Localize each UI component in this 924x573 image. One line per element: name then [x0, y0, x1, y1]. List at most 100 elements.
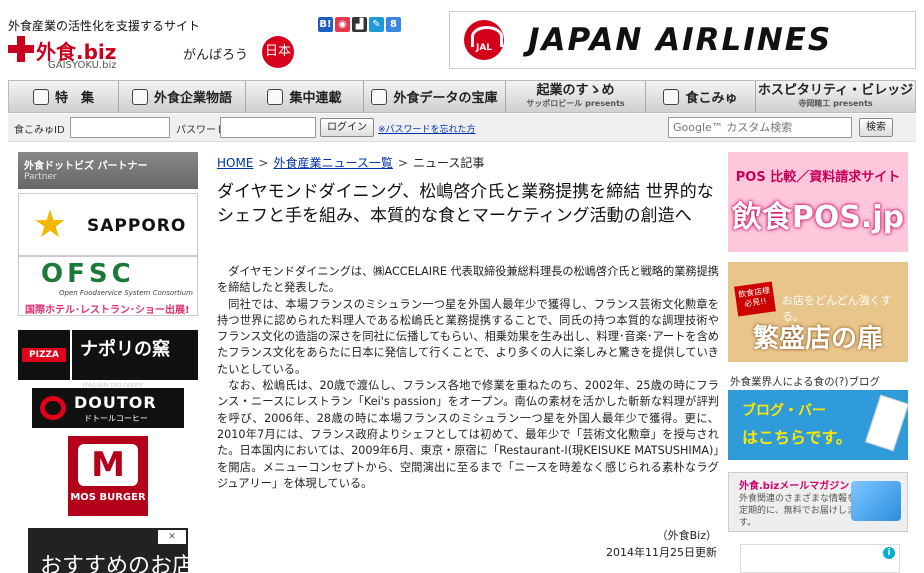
main-nav: 特 集 外食企業物語 集中連載 外食データの宝庫 起業のすゝめ サッポロビール p…: [8, 80, 916, 113]
logo-roman: GAISYOKU.biz: [48, 60, 117, 71]
mail-desc: 外食関連のさまざまな情報を定期的に、無料でお届けします。: [739, 494, 857, 528]
blog-section-title: 外食業界人による食の(?)ブログ: [730, 376, 880, 388]
doutor-ring-icon: [40, 396, 66, 420]
nav-label: 外食企業物語: [153, 91, 232, 106]
search-input[interactable]: [668, 117, 852, 138]
right-ad[interactable]: i: [740, 544, 900, 573]
pos-banner-logo: 飲食POS.jp: [731, 200, 905, 235]
breadcrumb-home[interactable]: HOME: [217, 156, 253, 170]
ad-close-icon[interactable]: ✕: [158, 530, 186, 544]
mail-title: 外食.bizメールマガジン: [739, 481, 850, 492]
ofsc-event: 国際ホテル･レストラン･ショー出展!: [25, 305, 190, 316]
buzzurl-icon[interactable]: ✎: [369, 17, 384, 32]
mos-name: MOS BURGER: [70, 492, 146, 503]
partner-header: 外食ドットビズ パートナー Partner: [18, 152, 198, 189]
ad-info-icon[interactable]: i: [883, 547, 895, 559]
id-input[interactable]: [70, 117, 170, 138]
site-logo[interactable]: 外食.biz GAISYOKU.biz: [8, 36, 128, 72]
nav-item-startup[interactable]: 起業のすゝめ サッポロビール presents: [506, 81, 646, 112]
nav-sublabel: 寺岡精工 presents: [798, 98, 873, 108]
breadcrumb: HOME > 外食産業ニュース一覧 > ニュース記事: [217, 154, 484, 171]
left-ad-text: おすすめのお店: [40, 554, 195, 573]
livedoor-clip-icon[interactable]: ◉: [335, 17, 350, 32]
mos-m-icon: M: [78, 444, 138, 486]
people-icon: [663, 88, 680, 105]
ofsc-fullname: Open Foodservice System Consortium: [59, 289, 193, 297]
nav-label: 集中連載: [289, 91, 342, 106]
napoli-name: ナポリの窯: [80, 339, 170, 360]
blog-banner[interactable]: ブログ・バー はこちらです。: [728, 390, 909, 460]
nav-item-shokomyu[interactable]: 食こみゅ: [646, 81, 756, 112]
delicious-icon[interactable]: ▟: [352, 17, 367, 32]
article-updated: 2014年11月25日更新: [606, 546, 717, 559]
hanjo-badge: 飲食店様 必見!!: [734, 281, 776, 317]
site-tagline: 外食産業の活性化を支援するサイト: [8, 19, 201, 33]
article-body: ダイヤモンドダイニングは、㈱ACCELAIRE 代表取締役兼総料理長の松嶋啓介氏…: [217, 264, 719, 492]
star-icon: ★: [33, 202, 68, 246]
forgot-password-link[interactable]: ※パスワードを忘れた方: [378, 122, 476, 135]
nav-item-feature[interactable]: 特 集: [9, 81, 119, 112]
doutor-kana: ドトールコーヒー: [84, 414, 148, 423]
breadcrumb-news-list[interactable]: 外食産業ニュース一覧: [273, 156, 392, 170]
id-label: 食こみゅID: [14, 125, 65, 136]
article-source: （外食Biz）: [656, 529, 717, 542]
social-bookmark-bar: B! ◉ ▟ ✎ 8: [318, 17, 403, 36]
article-title: ダイヤモンドダイニング、松嶋啓介氏と業務提携を締結 世界的なシェフと手を組み、本…: [217, 182, 714, 226]
partner-title: 外食ドットビズ パートナー: [24, 161, 148, 172]
left-ad[interactable]: おすすめのお店 ✕: [28, 528, 194, 573]
ofsc-banner[interactable]: OFSC Open Foodservice System Consortium …: [18, 256, 198, 316]
nav-item-series[interactable]: 集中連載: [246, 81, 364, 112]
nav-item-company-story[interactable]: 外食企業物語: [119, 81, 246, 112]
doutor-banner[interactable]: DOUTOR ドトールコーヒー: [32, 388, 184, 428]
blog-banner-sub: はこちらです。: [742, 428, 852, 447]
napoli-logo: ナポリの窯 ITALIAN DELIVERY: [72, 330, 198, 389]
pizza-badge: PIZZA: [22, 348, 66, 362]
campaign-text: がんばろう: [183, 48, 249, 63]
hanjo-banner[interactable]: 飲食店様 必見!! お店をどんどん強くする。 繁盛店の扉: [728, 262, 908, 362]
jal-banner-text: JAPAN AIRLINES: [528, 22, 833, 58]
nav-label: 外食データの宝庫: [393, 91, 498, 106]
pen-icon: [267, 88, 284, 105]
campaign-badge[interactable]: 日本: [262, 36, 294, 68]
nav-sublabel: サッポロビール presents: [526, 98, 625, 108]
search-button[interactable]: 検索: [859, 118, 893, 137]
google-bookmark-icon[interactable]: 8: [386, 17, 401, 32]
breadcrumb-separator: >: [397, 156, 408, 170]
hatena-bookmark-icon[interactable]: B!: [318, 17, 333, 32]
article-paragraph: ダイヤモンドダイニングは、㈱ACCELAIRE 代表取締役兼総料理長の松嶋啓介氏…: [217, 265, 719, 295]
ofsc-logo: OFSC: [41, 259, 135, 289]
password-input[interactable]: [220, 117, 316, 138]
sapporo-name: SAPPORO: [87, 216, 187, 236]
jal-banner[interactable]: JAL JAPAN AIRLINES: [449, 11, 916, 69]
login-button[interactable]: ログイン: [320, 118, 374, 137]
doutor-name: DOUTOR: [74, 393, 157, 412]
nav-item-hospitality[interactable]: ホスピタリティ・ビレッジ 寺岡精工 presents: [756, 81, 915, 112]
partner-subtitle: Partner: [24, 172, 57, 182]
hanjo-title: 繁盛店の扉: [752, 324, 883, 354]
password-label: パスワード: [176, 125, 226, 136]
nav-label: 起業のすゝめ: [536, 82, 615, 98]
book-icon: [131, 88, 148, 105]
feature-icon: [32, 88, 49, 105]
nav-label: 特 集: [54, 91, 94, 106]
nav-label: 食こみゅ: [685, 91, 738, 106]
article-paragraph: 同社では、本場フランスのミシュラン一つ星を外国人最年少で獲得し、フランス芸術文化…: [217, 297, 719, 376]
jal-crane-icon: JAL: [464, 20, 504, 60]
login-bar: 食こみゅID パスワード ログイン ※パスワードを忘れた方 検索: [8, 114, 916, 142]
breadcrumb-current: ニュース記事: [412, 156, 485, 170]
pizza-logo: PIZZA: [18, 330, 70, 380]
nav-label: ホスピタリティ・ビレッジ: [757, 82, 914, 98]
pos-banner-title: POS 比較／資料請求サイト: [735, 170, 901, 185]
notepad-icon: [865, 394, 909, 452]
nav-item-data[interactable]: 外食データの宝庫: [364, 81, 506, 112]
envelope-icon: [851, 481, 901, 521]
mos-banner[interactable]: M MOS BURGER: [68, 436, 148, 516]
blog-banner-title: ブログ・バー: [742, 403, 826, 419]
article-paragraph: なお、松嶋氏は、20歳で渡仏し、フランス各地で修業を重ねたのち、2002年、25…: [217, 379, 719, 490]
breadcrumb-separator: >: [258, 156, 269, 170]
pos-banner[interactable]: POS 比較／資料請求サイト 飲食POS.jp: [728, 152, 908, 252]
mailmagazine-banner[interactable]: 外食.bizメールマガジン 外食関連のさまざまな情報を定期的に、無料でお届けしま…: [728, 472, 908, 532]
monitor-icon: [371, 88, 388, 105]
sapporo-banner[interactable]: ★ SAPPORO: [18, 193, 198, 256]
napoli-banner[interactable]: PIZZA ナポリの窯 ITALIAN DELIVERY: [18, 330, 198, 389]
